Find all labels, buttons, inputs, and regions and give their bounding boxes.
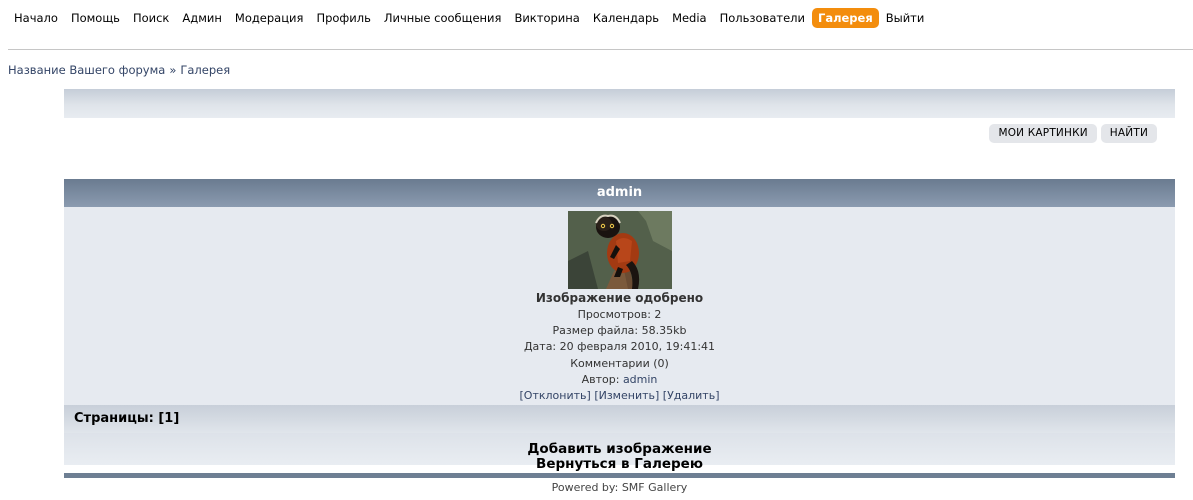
- image-date: Дата: 20 февраля 2010, 19:41:41: [523, 340, 716, 354]
- edit-link[interactable]: [Изменить]: [594, 389, 659, 402]
- powered-by[interactable]: Powered by: SMF Gallery: [64, 481, 1175, 494]
- breadcrumb-gallery-link[interactable]: Галерея: [180, 63, 230, 77]
- image-details: Изображение одобрено Просмотров: 2 Разме…: [64, 291, 1175, 404]
- image-comments[interactable]: Комментарии (0): [64, 356, 1175, 372]
- nav-item-users[interactable]: Пользователи: [714, 8, 811, 28]
- author-prefix: Автор:: [581, 372, 623, 386]
- delete-link[interactable]: [Удалить]: [663, 389, 720, 402]
- back-to-gallery-link[interactable]: Вернуться в Галерею: [64, 457, 1175, 472]
- pagination-bar: Страницы: [1]: [64, 405, 1175, 433]
- nav-item-search[interactable]: Поиск: [127, 8, 175, 28]
- album-owner-header: admin: [64, 179, 1175, 207]
- nav-item-logout[interactable]: Выйти: [880, 8, 931, 28]
- reject-link[interactable]: [Отклонить]: [520, 389, 591, 402]
- image-file-size: Размер файла: 58.35kb: [552, 324, 687, 338]
- author-link[interactable]: admin: [623, 373, 657, 386]
- gallery-button-row: МОИ КАРТИНКИ НАЙТИ: [989, 124, 1157, 143]
- nav-item-moderation[interactable]: Модерация: [229, 8, 310, 28]
- my-pictures-button[interactable]: МОИ КАРТИНКИ: [989, 124, 1097, 143]
- breadcrumb-separator: »: [169, 63, 177, 77]
- image-views: Просмотров: 2: [577, 308, 662, 321]
- nav-item-messages[interactable]: Личные сообщения: [378, 8, 508, 28]
- image-thumbnail[interactable]: [568, 211, 672, 289]
- nav-item-gallery[interactable]: Галерея: [812, 8, 879, 28]
- gallery-title-bar: [64, 89, 1175, 118]
- footer-divider: [64, 473, 1175, 478]
- album-body: Изображение одобрено Просмотров: 2 Разме…: [64, 207, 1175, 405]
- main-menu: Начало Помощь Поиск Админ Модерация Проф…: [8, 8, 931, 28]
- lemur-image: [568, 211, 672, 289]
- nav-item-quiz[interactable]: Викторина: [508, 8, 585, 28]
- gallery-actions-bar: Добавить изображение Вернуться в Галерею: [64, 433, 1175, 472]
- image-status: Изображение одобрено: [535, 291, 704, 305]
- image-author-line: Автор: admin: [64, 372, 1175, 388]
- nav-item-admin[interactable]: Админ: [176, 8, 228, 28]
- nav-item-help[interactable]: Помощь: [65, 8, 126, 28]
- breadcrumb-forum-link[interactable]: Название Вашего форума: [8, 63, 165, 77]
- add-image-link[interactable]: Добавить изображение: [64, 442, 1175, 457]
- nav-item-calendar[interactable]: Календарь: [587, 8, 665, 28]
- breadcrumb: Название Вашего форума » Галерея: [8, 63, 230, 77]
- image-actions: [Отклонить] [Изменить] [Удалить]: [64, 388, 1175, 404]
- nav-item-media[interactable]: Media: [666, 8, 713, 28]
- nav-item-home[interactable]: Начало: [8, 8, 64, 28]
- header-divider: [8, 49, 1193, 50]
- search-button[interactable]: НАЙТИ: [1100, 124, 1157, 143]
- nav-item-profile[interactable]: Профиль: [310, 8, 376, 28]
- pagination-label[interactable]: Страницы: [1]: [74, 411, 179, 426]
